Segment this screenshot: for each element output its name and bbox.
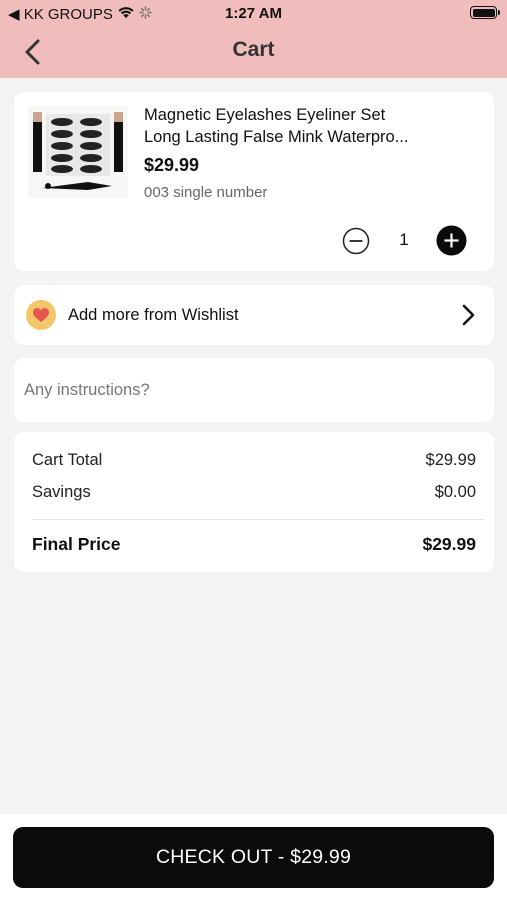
heart-icon: [26, 300, 56, 330]
chevron-right-icon: [458, 303, 478, 327]
product-title[interactable]: Magnetic Eyelashes Eyeliner Set Long Las…: [144, 104, 444, 148]
product-title-line2: Long Lasting False Mink Waterpro...: [144, 128, 409, 146]
savings-label: Savings: [32, 483, 91, 501]
price-summary-card: Cart Total $29.99 Savings $0.00 Final Pr…: [14, 432, 494, 572]
final-price-value: $29.99: [422, 534, 476, 554]
cart-item-card: Magnetic Eyelashes Eyeliner Set Long Las…: [14, 92, 494, 271]
cart-total-row: Cart Total $29.99: [32, 451, 476, 470]
bottom-bar: CHECK OUT - $29.99: [0, 814, 507, 900]
cart-total-value: $29.99: [425, 451, 476, 469]
quantity-value: 1: [399, 230, 409, 249]
summary-divider: [32, 519, 484, 520]
product-title-line1: Magnetic Eyelashes Eyeliner Set: [144, 106, 386, 124]
final-price-label: Final Price: [32, 534, 121, 554]
instructions-card: [14, 358, 494, 422]
plus-icon: [436, 225, 467, 256]
cart-total-label: Cart Total: [32, 451, 103, 469]
minus-icon: [342, 227, 370, 255]
product-price: $29.99: [144, 155, 200, 175]
eyelash-set-image[interactable]: [28, 106, 128, 198]
product-variant: 003 single number: [144, 184, 268, 201]
status-time: 1:27 AM: [225, 5, 282, 22]
final-price-row: Final Price $29.99: [32, 534, 476, 555]
savings-value: $0.00: [434, 483, 476, 501]
battery-icon: [470, 6, 500, 19]
savings-row: Savings $0.00: [32, 483, 476, 502]
header: ◀ KK GROUPS 1:27 AM Cart: [0, 0, 507, 78]
checkout-button[interactable]: CHECK OUT - $29.99: [13, 827, 494, 888]
increase-quantity-button[interactable]: [436, 225, 467, 256]
decrease-quantity-button[interactable]: [342, 227, 370, 255]
page-title: Cart: [232, 38, 275, 61]
instructions-input[interactable]: [24, 372, 484, 408]
add-from-wishlist-row[interactable]: Add more from Wishlist: [14, 285, 494, 345]
wishlist-label: Add more from Wishlist: [68, 306, 239, 324]
status-bar: ◀ KK GROUPS 1:27 AM: [0, 0, 507, 28]
